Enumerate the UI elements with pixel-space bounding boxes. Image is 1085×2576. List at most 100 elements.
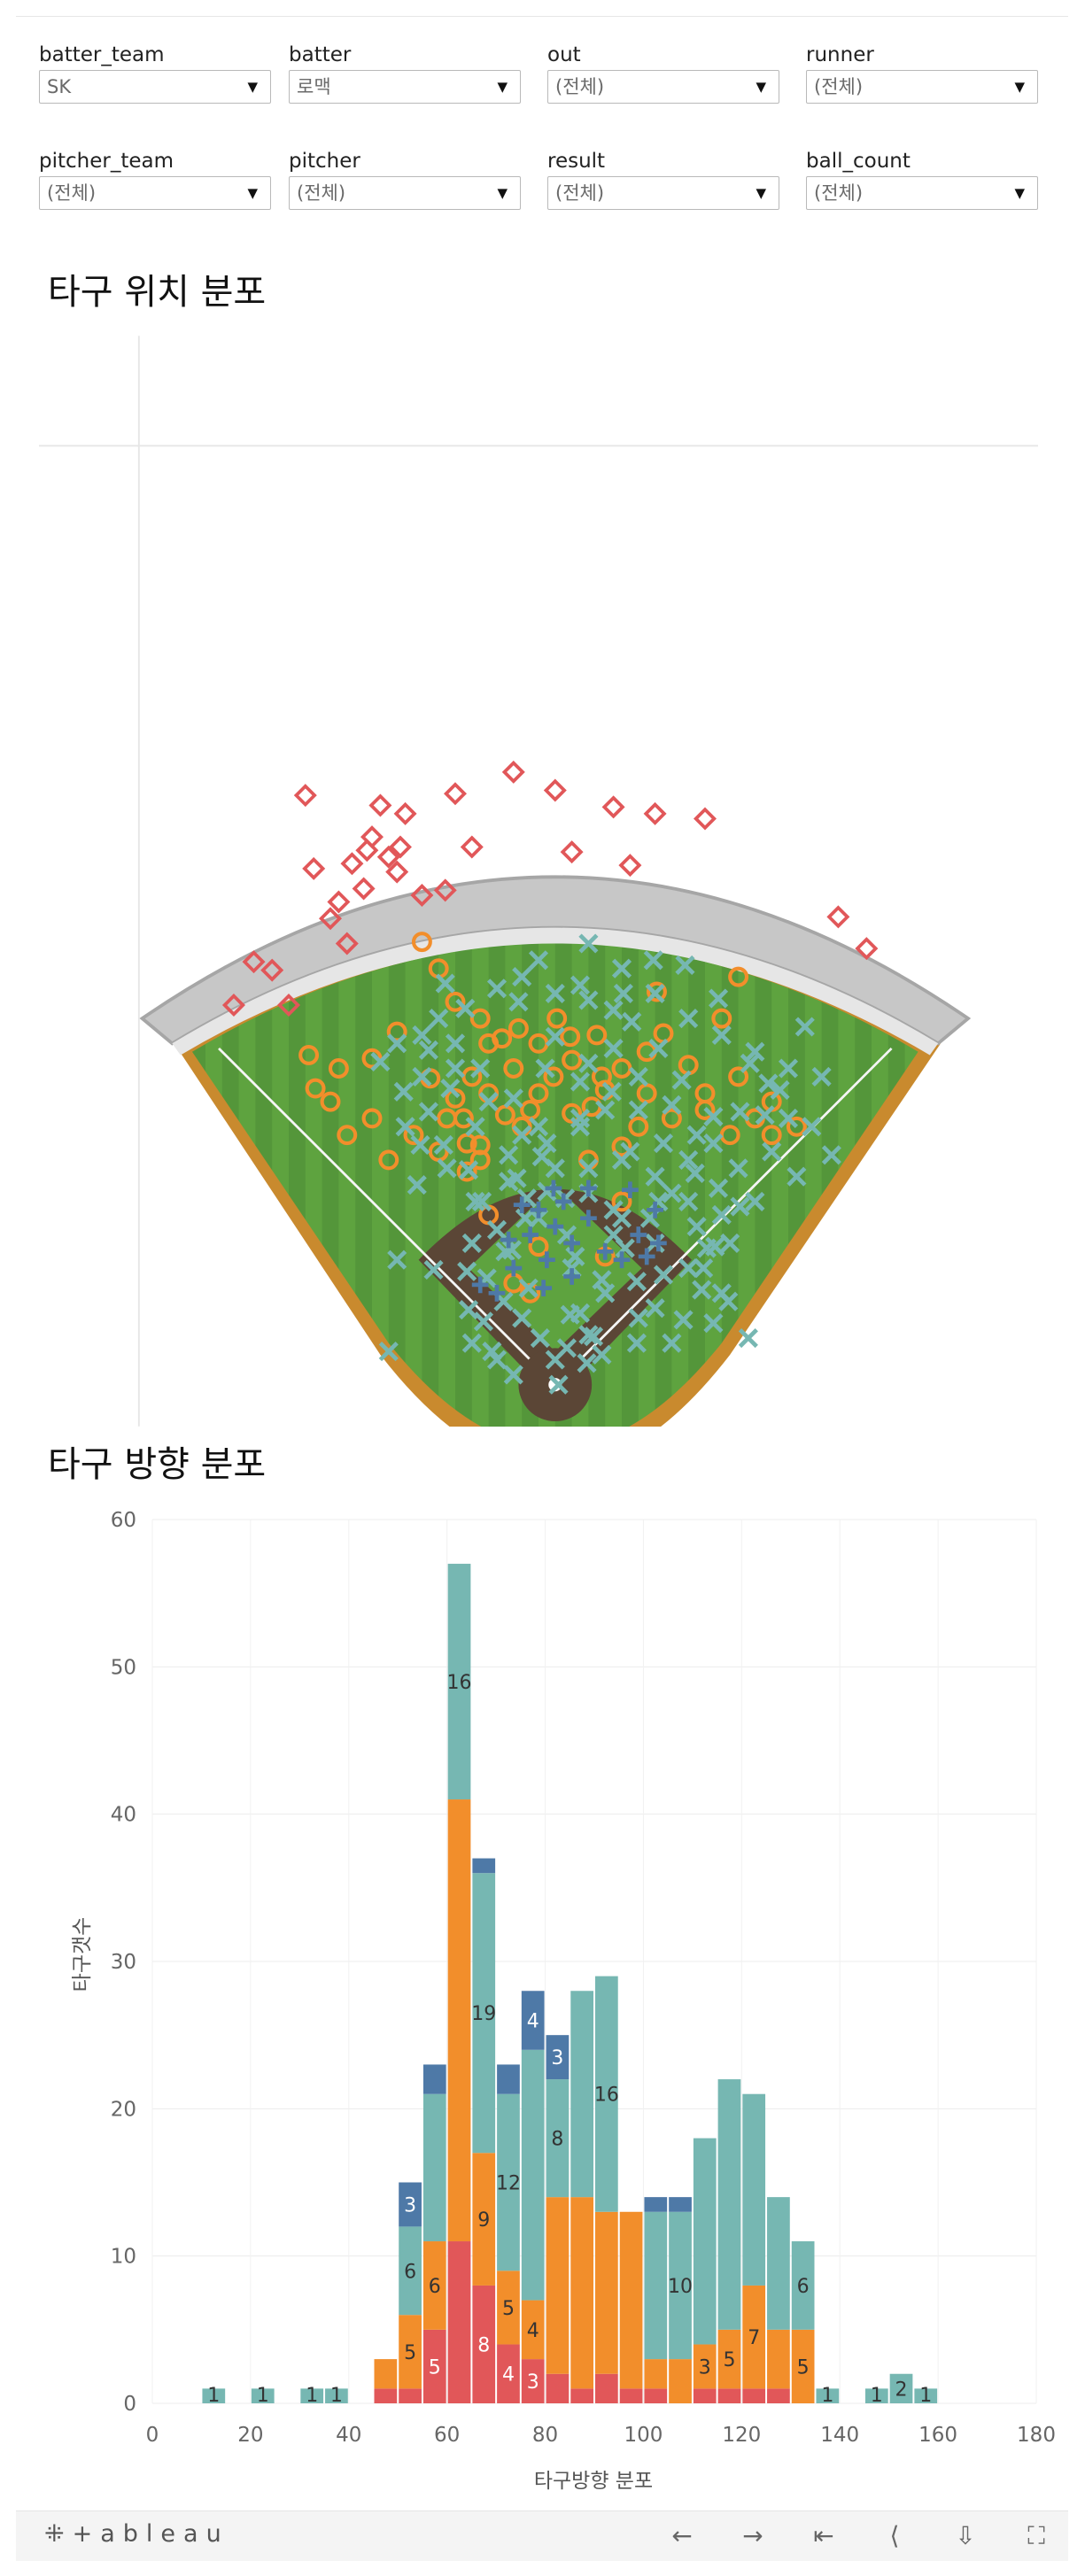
histogram-bar-orange[interactable]: [546, 2197, 570, 2374]
histogram-bar-red[interactable]: [399, 2388, 422, 2403]
histogram-bar-orange[interactable]: [374, 2359, 398, 2389]
histogram-bar-red[interactable]: [693, 2388, 717, 2403]
hit-marker-homerun[interactable]: [444, 782, 467, 806]
hit-marker-homerun[interactable]: [643, 801, 667, 825]
histogram-bar-orange[interactable]: [644, 2359, 668, 2389]
histogram-bar-blue[interactable]: [472, 1858, 496, 1874]
histogram-bar-teal[interactable]: [693, 2138, 717, 2345]
histogram-bar-red[interactable]: [546, 2373, 570, 2403]
ball-count-dropdown[interactable]: (전체) ▼: [806, 176, 1038, 210]
out-dropdown[interactable]: (전체) ▼: [547, 70, 779, 104]
histogram-bar-blue[interactable]: [644, 2197, 668, 2212]
hit-marker-homerun[interactable]: [501, 760, 525, 784]
histogram-bar-teal[interactable]: [717, 2079, 741, 2330]
filter-ball-count: ball_count (전체) ▼: [806, 146, 1038, 210]
hit-marker-homerun[interactable]: [560, 840, 584, 864]
tableau-logo[interactable]: ⁜+ableau: [44, 2520, 229, 2548]
filter-out: out (전체) ▼: [547, 40, 779, 104]
bar-data-label: 10: [668, 2276, 693, 2298]
pitcher-team-dropdown[interactable]: (전체) ▼: [39, 176, 271, 210]
download-icon[interactable]: ⇩: [946, 2520, 985, 2552]
runner-dropdown[interactable]: (전체) ▼: [806, 70, 1038, 104]
dropdown-arrow-icon: ▼: [497, 79, 508, 95]
dropdown-arrow-icon: ▼: [247, 79, 258, 95]
histogram-bar-orange[interactable]: [570, 2197, 593, 2389]
undo-icon[interactable]: ←: [663, 2520, 701, 2552]
hit-marker-homerun[interactable]: [601, 795, 625, 819]
hit-marker-homerun[interactable]: [302, 856, 326, 880]
bar-data-label: 5: [429, 2356, 441, 2379]
histogram-bar-red[interactable]: [570, 2388, 593, 2403]
dropdown-arrow-icon: ▼: [756, 185, 766, 201]
x-tick-label: 40: [336, 2424, 361, 2447]
histogram-bar-blue[interactable]: [497, 2064, 520, 2094]
histogram-bar-orange[interactable]: [619, 2211, 643, 2389]
x-tick-label: 20: [237, 2424, 263, 2447]
hit-marker-homerun[interactable]: [543, 778, 567, 802]
bar-data-label: 1: [207, 2385, 220, 2407]
histogram-bar-red[interactable]: [374, 2388, 398, 2403]
field-section-title: 타구 위치 분포: [48, 272, 267, 313]
bar-data-label: 4: [502, 2364, 515, 2386]
histogram-bar-teal[interactable]: [521, 2049, 545, 2301]
hit-marker-homerun[interactable]: [694, 807, 717, 831]
histogram-bar-red[interactable]: [447, 2241, 471, 2403]
bar-data-label: 16: [447, 1672, 472, 1694]
hit-marker-homerun[interactable]: [826, 905, 850, 929]
histogram-bar-teal[interactable]: [422, 2093, 446, 2242]
hit-marker-homerun[interactable]: [393, 801, 417, 825]
bar-data-label: 5: [723, 2349, 735, 2371]
histogram-bar-red[interactable]: [644, 2388, 668, 2403]
histogram-bar-red[interactable]: [595, 2373, 618, 2403]
tableau-toolbar: ⁜+ableau ← → ⇤ ⟨ ⇩ ⛶: [16, 2510, 1068, 2561]
histogram-bar-red[interactable]: [742, 2388, 766, 2403]
hit-marker-homerun[interactable]: [293, 784, 317, 808]
histogram-bar-red[interactable]: [619, 2388, 643, 2403]
histogram-bar-orange[interactable]: [447, 1799, 471, 2242]
hit-marker-homerun[interactable]: [368, 793, 392, 817]
histogram-bar-orange[interactable]: [669, 2359, 692, 2403]
bar-data-label: 9: [477, 2209, 490, 2232]
histogram-bar-teal[interactable]: [644, 2211, 668, 2360]
filter-label: ball_count: [806, 150, 911, 173]
histogram-bar-orange[interactable]: [767, 2329, 790, 2389]
bar-data-label: 8: [477, 2334, 490, 2356]
histogram-bar-orange[interactable]: [595, 2211, 618, 2374]
histogram-bar-red[interactable]: [717, 2388, 741, 2403]
hit-marker-homerun[interactable]: [618, 854, 642, 878]
x-tick-label: 60: [434, 2424, 460, 2447]
bar-data-label: 1: [257, 2385, 269, 2407]
hit-marker-homerun[interactable]: [460, 835, 484, 859]
bar-data-label: 7: [748, 2327, 760, 2349]
histogram-bar-blue[interactable]: [422, 2064, 446, 2094]
y-tick-label: 50: [111, 1656, 136, 1679]
y-tick-label: 20: [111, 2098, 136, 2121]
batter-team-dropdown[interactable]: SK ▼: [39, 70, 271, 104]
bar-data-label: 4: [527, 2320, 539, 2342]
result-dropdown[interactable]: (전체) ▼: [547, 176, 779, 210]
pitcher-dropdown[interactable]: (전체) ▼: [289, 176, 521, 210]
dropdown-value: (전체): [555, 182, 605, 204]
hit-marker-homerun[interactable]: [327, 890, 351, 914]
filter-batter: batter 로맥 ▼: [289, 40, 521, 104]
share-icon[interactable]: ⟨: [875, 2520, 914, 2552]
hit-marker-homerun[interactable]: [340, 852, 364, 876]
histogram-bar-red[interactable]: [767, 2388, 790, 2403]
hit-marker-out[interactable]: [738, 1327, 758, 1349]
bar-data-label: 1: [306, 2385, 318, 2407]
batter-dropdown[interactable]: 로맥 ▼: [289, 70, 521, 104]
y-tick-label: 0: [123, 2393, 136, 2416]
bar-data-label: 3: [699, 2356, 711, 2379]
redo-icon[interactable]: →: [733, 2520, 772, 2552]
histogram-bar-teal[interactable]: [767, 2197, 790, 2330]
y-tick-label: 10: [111, 2246, 136, 2269]
histogram-bar-teal[interactable]: [742, 2093, 766, 2286]
hit-marker-homerun[interactable]: [352, 877, 376, 901]
histogram-bar-blue[interactable]: [669, 2197, 692, 2212]
histogram-bar-teal[interactable]: [570, 1991, 593, 2198]
bar-data-label: 6: [797, 2276, 810, 2298]
revert-icon[interactable]: ⇤: [804, 2520, 843, 2552]
y-tick-label: 40: [111, 1804, 136, 1827]
fullscreen-icon[interactable]: ⛶: [1017, 2520, 1056, 2552]
dropdown-value: (전체): [814, 182, 864, 204]
